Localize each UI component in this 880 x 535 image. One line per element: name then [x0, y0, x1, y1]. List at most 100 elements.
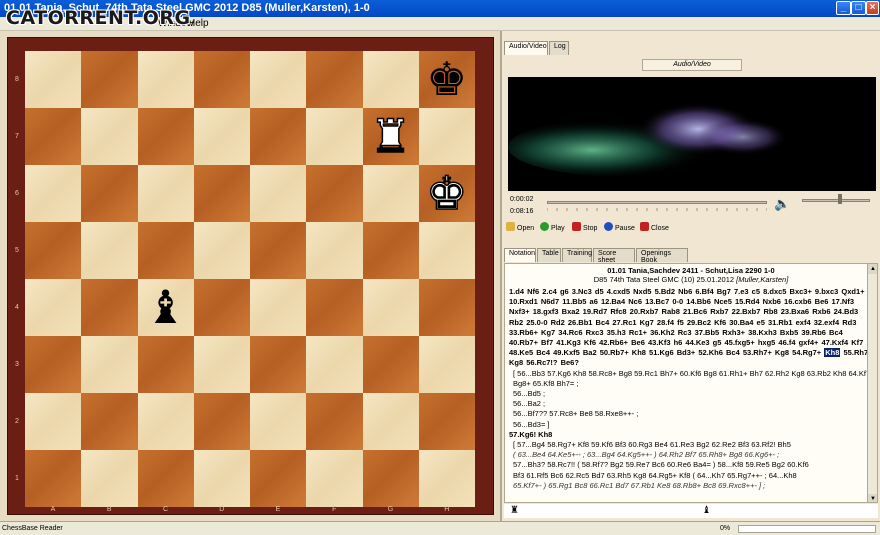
mainline-continuation[interactable]: 57.Kg6! Kh8 [505, 430, 877, 440]
square-f2[interactable] [306, 393, 363, 450]
square-g2[interactable] [362, 393, 419, 450]
square-e8[interactable] [250, 51, 307, 108]
square-a2[interactable] [25, 393, 82, 450]
stop-button[interactable]: Stop [572, 222, 597, 236]
square-c5[interactable] [137, 222, 194, 279]
square-b6[interactable] [81, 165, 138, 222]
square-e7[interactable] [250, 108, 307, 165]
variation-line[interactable]: 56...Ba2 ; [505, 399, 877, 409]
variations-block-1[interactable]: [ 56...Bb3 57.Kg6 Kh8 58.Rc8+ Bg8 59.Rc1… [505, 369, 877, 430]
square-c2[interactable] [137, 393, 194, 450]
square-e3[interactable] [250, 336, 307, 393]
square-b4[interactable] [81, 279, 138, 336]
square-c3[interactable] [137, 336, 194, 393]
square-a6[interactable] [25, 165, 82, 222]
square-h5[interactable] [418, 222, 475, 279]
square-d2[interactable] [193, 393, 250, 450]
square-h7[interactable] [418, 108, 475, 165]
variation-line[interactable]: Bf3 61.Rf5 Bc6 62.Rc5 Bd7 63.Rh5 Kg8 64.… [505, 471, 877, 481]
black-king-piece[interactable]: ♚ [419, 51, 475, 108]
square-d7[interactable] [193, 108, 250, 165]
square-g6[interactable] [362, 165, 419, 222]
square-e2[interactable] [250, 393, 307, 450]
tab-audio-video[interactable]: Audio/Video [504, 41, 548, 55]
close-button[interactable]: × [866, 1, 879, 15]
tab-log[interactable]: Log [549, 41, 569, 55]
close-media-button[interactable]: Close [640, 222, 669, 236]
tab-openings-book[interactable]: Openings Book [636, 248, 688, 264]
minimize-button[interactable]: _ [836, 1, 851, 15]
notation-scrollbar[interactable]: ▲ ▼ [867, 264, 877, 502]
volume-slider[interactable] [802, 199, 870, 202]
square-f8[interactable] [306, 51, 363, 108]
black-bishop-piece[interactable]: ♝ [138, 279, 194, 336]
square-a4[interactable] [25, 279, 82, 336]
white-rook-piece[interactable]: ♜ [363, 108, 419, 165]
pause-button[interactable]: Pause [604, 222, 635, 236]
variation-line[interactable]: 65.Kf7+- ) 65.Rg1 Bc8 66.Rc1 Bd7 67.Rb1 … [505, 481, 877, 491]
square-g3[interactable] [362, 336, 419, 393]
video-display[interactable] [508, 77, 876, 191]
square-b7[interactable] [81, 108, 138, 165]
square-a8[interactable] [25, 51, 82, 108]
square-h1[interactable] [418, 450, 475, 507]
square-a3[interactable] [25, 336, 82, 393]
chess-board[interactable]: ♚ ♜ ♚ ♝ [25, 51, 475, 507]
square-g1[interactable] [362, 450, 419, 507]
square-d4[interactable] [193, 279, 250, 336]
square-g4[interactable] [362, 279, 419, 336]
square-f1[interactable] [306, 450, 363, 507]
square-e6[interactable] [250, 165, 307, 222]
menu-help[interactable]: Help [188, 18, 209, 29]
square-d3[interactable] [193, 336, 250, 393]
play-button[interactable]: Play [540, 222, 565, 236]
square-f5[interactable] [306, 222, 363, 279]
square-e4[interactable] [250, 279, 307, 336]
moves-before[interactable]: 1.d4 Nf6 2.c4 g6 3.Nc3 d5 4.cxd5 Nxd5 5.… [509, 287, 865, 357]
variation-line[interactable]: 56...Bd5 ; [505, 389, 877, 399]
square-e1[interactable] [250, 450, 307, 507]
square-d5[interactable] [193, 222, 250, 279]
square-f3[interactable] [306, 336, 363, 393]
white-king-piece[interactable]: ♚ [419, 165, 475, 222]
square-h4[interactable] [418, 279, 475, 336]
variation-line[interactable]: 56...Bf7?? 57.Rc8+ Be8 58.Rxe8++- ; [505, 409, 877, 419]
square-c8[interactable] [137, 51, 194, 108]
tab-notation[interactable]: Notation [504, 248, 536, 262]
square-h2[interactable] [418, 393, 475, 450]
variation-line[interactable]: ( 63...Be4 64.Ke5+-- ; 63...Bg4 64.Kg5++… [505, 450, 877, 460]
move-list[interactable]: 1.d4 Nf6 2.c4 g6 3.Nc3 d5 4.cxd5 Nxd5 5.… [505, 284, 877, 369]
current-move[interactable]: Kh8 [824, 348, 841, 358]
square-d1[interactable] [193, 450, 250, 507]
open-button[interactable]: Open [506, 222, 534, 236]
scroll-down-arrow[interactable]: ▼ [868, 494, 877, 502]
square-a1[interactable] [25, 450, 82, 507]
square-b8[interactable] [81, 51, 138, 108]
square-a5[interactable] [25, 222, 82, 279]
square-c7[interactable] [137, 108, 194, 165]
square-c6[interactable] [137, 165, 194, 222]
square-c1[interactable] [137, 450, 194, 507]
square-d6[interactable] [193, 165, 250, 222]
square-g8[interactable] [362, 51, 419, 108]
square-e5[interactable] [250, 222, 307, 279]
scroll-up-arrow[interactable]: ▲ [868, 264, 877, 274]
seek-slider[interactable] [547, 201, 767, 204]
square-d8[interactable] [193, 51, 250, 108]
square-b2[interactable] [81, 393, 138, 450]
square-f7[interactable] [306, 108, 363, 165]
square-b1[interactable] [81, 450, 138, 507]
square-f6[interactable] [306, 165, 363, 222]
notation-panel[interactable]: 01.01 Tania,Sachdev 2411 - Schut,Lisa 22… [504, 263, 878, 503]
square-f4[interactable] [306, 279, 363, 336]
variation-line[interactable]: [ 56...Bb3 57.Kg6 Kh8 58.Rc8+ Bg8 59.Rc1… [505, 369, 877, 389]
tab-training[interactable]: Training [562, 248, 592, 262]
volume-knob[interactable] [838, 194, 842, 204]
variation-line[interactable]: 57...Bh3? 58.Rc7!! ( 58.Rf7? Bg2 59.Re7 … [505, 460, 877, 470]
square-a7[interactable] [25, 108, 82, 165]
variations-block-2[interactable]: [ 57...Bg4 58.Rg7+ Kf8 59.Kf6 Bf3 60.Rg3… [505, 440, 877, 491]
tab-table[interactable]: Table [537, 248, 561, 262]
square-b5[interactable] [81, 222, 138, 279]
square-h3[interactable] [418, 336, 475, 393]
square-g5[interactable] [362, 222, 419, 279]
